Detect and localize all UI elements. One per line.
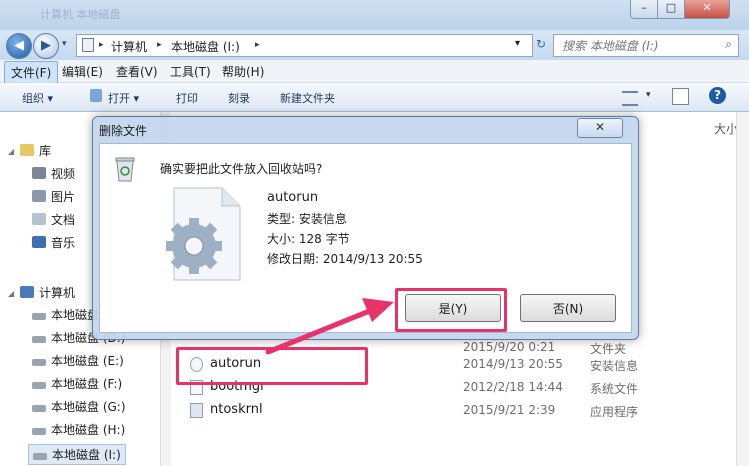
annotation-arrow-icon xyxy=(265,298,394,355)
